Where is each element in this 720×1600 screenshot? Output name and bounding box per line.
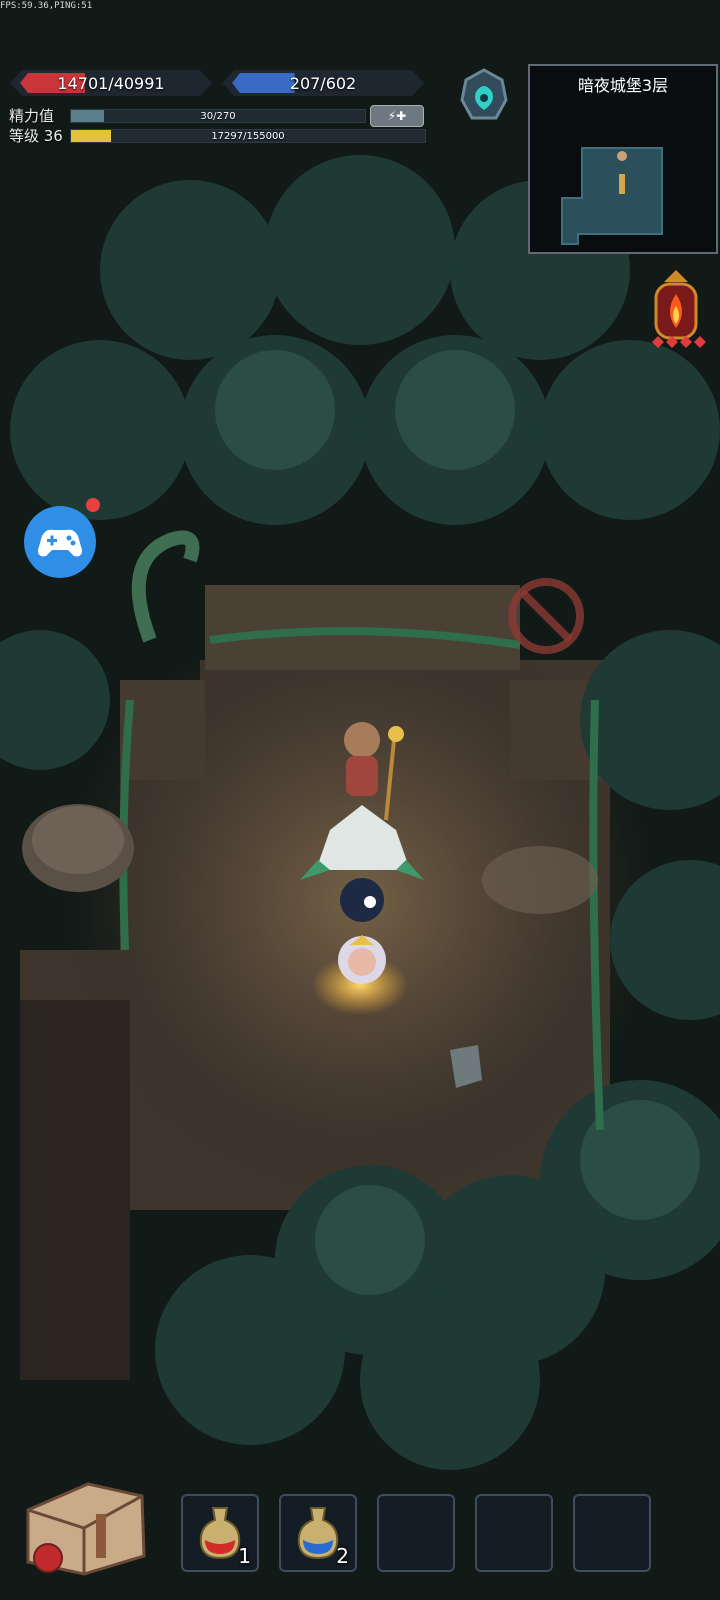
mp-bar: 207/602 (222, 70, 424, 96)
level-label: 等级 36 (9, 127, 63, 145)
hp-text: 14701/40991 (57, 73, 165, 93)
hp-bar: 14701/40991 (10, 70, 212, 96)
energy-plus-icon: ⚡✚ (387, 109, 407, 123)
quick-slot-5[interactable] (573, 1494, 651, 1572)
quick-slot-4[interactable] (475, 1494, 553, 1572)
energy-bar: 30/270 (70, 109, 366, 123)
backpack-button[interactable] (18, 1470, 148, 1580)
fps-ping-readout: FPS:59.36,PING:51 (0, 1, 93, 11)
quick-slot-3[interactable] (377, 1494, 455, 1572)
notification-dot (86, 498, 100, 512)
fire-lantern-icon[interactable] (644, 268, 708, 352)
backpack-icon (26, 1482, 146, 1576)
energy-label: 精力值 (9, 107, 55, 125)
minimap[interactable]: 暗夜城堡3层 (528, 64, 718, 254)
quick-slot-2-count: 2 (336, 1544, 349, 1568)
gamepad-icon (38, 529, 82, 557)
add-energy-button[interactable]: ⚡✚ (370, 105, 424, 127)
quick-slot-2[interactable]: 2 (279, 1494, 357, 1572)
quick-slot-1[interactable]: 1 (181, 1494, 259, 1572)
energy-text: 30/270 (200, 110, 236, 122)
portal-rune-icon[interactable] (456, 66, 512, 126)
quick-slot-1-count: 1 (238, 1544, 251, 1568)
exp-bar: 17297/155000 (70, 129, 426, 143)
mp-text: 207/602 (289, 73, 357, 93)
minimap-map (561, 147, 663, 245)
exp-text: 17297/155000 (211, 130, 285, 142)
gamepad-button[interactable] (24, 498, 100, 578)
